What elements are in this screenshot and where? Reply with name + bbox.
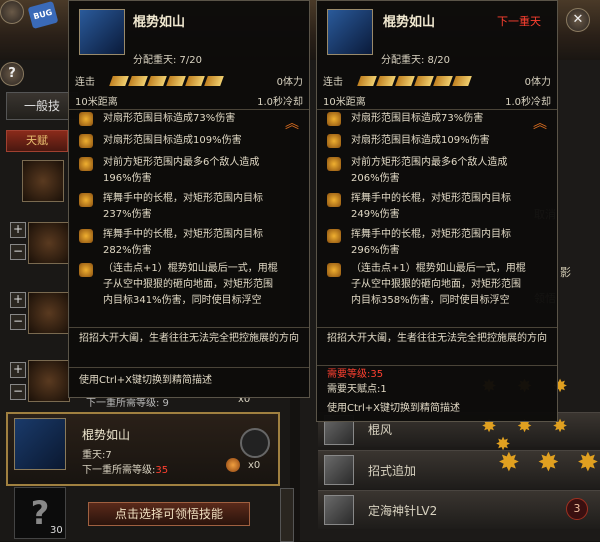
minus-button[interactable]: −: [10, 384, 26, 400]
star-icon: ✸: [537, 448, 560, 478]
combo-effect-icon: [327, 193, 341, 207]
right-row-name: 招式追加: [368, 464, 417, 478]
tooltip-allocated: 分配重天: 7/20: [133, 55, 203, 66]
learn-skill-button[interactable]: 点击选择可领悟技能: [88, 502, 250, 526]
tooltip-next: 棍势如山 下一重天 分配重天: 8/20 连击 0体力 10米距离 1.0秒冷却…: [316, 0, 558, 422]
skill-slot-staff[interactable]: [28, 222, 70, 264]
gear-icon: [226, 458, 240, 472]
combo-point-icon: [185, 75, 205, 86]
effect-line: 对扇形范围目标造成73%伤害: [327, 111, 535, 127]
effect-line: 挥舞手中的长棍，对矩形范围内目标282%伤害: [79, 227, 275, 259]
combo-point-icon: [128, 75, 148, 86]
divider: [69, 367, 309, 368]
combo-point-icon: [376, 75, 396, 86]
selected-skill-name: 棍势如山: [82, 428, 131, 442]
close-icon[interactable]: ✕: [566, 8, 590, 32]
effect-line: 对前方矩形范围内最多6个敌人造成206%伤害: [327, 155, 523, 187]
staff-skill-icon: [79, 9, 125, 55]
tooltip-title: 棍势如山: [383, 15, 436, 30]
combo-effect-icon: [327, 229, 341, 243]
divider: [317, 327, 557, 328]
star-icon: ✸: [498, 448, 520, 478]
combo-row: 连击 0体力: [75, 75, 303, 88]
range-row: 10米距离 1.0秒冷却: [75, 97, 303, 108]
tooltip-hint: 使用Ctrl+X键切换到精简描述: [79, 375, 213, 386]
staff-skill-icon: [14, 418, 66, 470]
combo-effect-icon: [79, 229, 93, 243]
divider: [69, 109, 309, 110]
tooltip-description: 招招大开大阖，生者往往无法完全把控施展的方向: [327, 333, 547, 344]
combo-effect-icon: [79, 134, 93, 148]
combo-effect-icon: [79, 112, 93, 126]
effect-line: 对扇形范围目标造成109%伤害: [79, 133, 287, 149]
close-circle-button[interactable]: [0, 0, 24, 24]
effect-line: 挥舞手中的长棍，对矩形范围内目标296%伤害: [327, 227, 523, 259]
right-row-dinghai[interactable]: [318, 490, 600, 529]
effect-line: 对扇形范围目标造成109%伤害: [327, 133, 535, 149]
minus-button[interactable]: −: [10, 244, 26, 260]
effect-line: 挥舞手中的长棍，对矩形范围内目标237%伤害: [79, 191, 275, 223]
combo-point-icon: [357, 75, 377, 86]
upgrade-arrow-icon: ︽: [285, 116, 299, 132]
combo-point-icon: [166, 75, 186, 86]
staff-skill-icon: [327, 9, 373, 55]
combo-effect-icon: [327, 263, 341, 277]
level-badge: 3: [566, 498, 588, 520]
skill-icon: [324, 455, 354, 485]
star-icon: ✸: [577, 448, 599, 478]
tab-talent[interactable]: 天赋: [6, 130, 68, 152]
tooltip-hint: 使用Ctrl+X键切换到精简描述: [327, 403, 461, 414]
right-row-name: 棍风: [368, 423, 393, 437]
combo-effect-icon: [327, 112, 341, 126]
tooltip-current: 棍势如山 分配重天: 7/20 连击 0体力 10米距离 1.0秒冷却 ︽ 对扇…: [68, 0, 310, 398]
range-row: 10米距离 1.0秒冷却: [323, 97, 551, 108]
divider: [69, 327, 309, 328]
skill-slot-flame[interactable]: [28, 360, 70, 402]
help-button[interactable]: ?: [0, 62, 24, 86]
combo-point-icon: [147, 75, 167, 86]
effect-line: （连击点+1）棍势如山最后一式，用棍子从空中狠狠的砸向地面，对矩形范围内目标35…: [327, 261, 527, 309]
tooltip-allocated: 分配重天: 8/20: [381, 55, 451, 66]
effect-line: 对前方矩形范围内最多6个敌人造成196%伤害: [79, 155, 275, 187]
effect-line: （连击点+1）棍势如山最后一式，用棍子从空中狠狠的砸向地面，对矩形范围内目标34…: [79, 261, 279, 309]
effect-line: 挥舞手中的长棍，对矩形范围内目标249%伤害: [327, 191, 523, 223]
combo-effect-icon: [79, 263, 93, 277]
divider: [317, 109, 557, 110]
upgrade-arrow-icon: ︽: [533, 116, 547, 132]
selected-count: x0: [248, 460, 261, 471]
required-level: 需要等级:35: [327, 369, 384, 380]
skill-slot-fist[interactable]: [22, 160, 64, 202]
combo-point-icon: [452, 75, 472, 86]
skill-icon: [324, 495, 354, 525]
dial-icon[interactable]: [240, 428, 270, 458]
selected-skill-level: 重天:7: [82, 450, 112, 461]
combo-point-icon: [204, 75, 224, 86]
combo-effect-icon: [79, 157, 93, 171]
plus-button[interactable]: +: [10, 362, 26, 378]
next-level-label: 下一重天: [497, 15, 541, 28]
star-row: ✸ ✸ ✸: [498, 448, 599, 478]
selected-next-level: 下一重所需等级:35: [82, 465, 169, 476]
scrollbar[interactable]: [280, 488, 294, 542]
combo-point-icon: [414, 75, 434, 86]
tooltip-description: 招招大开大阖，生者往往无法完全把控施展的方向: [79, 333, 299, 344]
combo-effect-icon: [327, 157, 341, 171]
combo-row: 连击 0体力: [323, 75, 551, 88]
combo-point-icon: [109, 75, 129, 86]
effect-line: 对扇形范围目标造成73%伤害: [79, 111, 287, 127]
plus-button[interactable]: +: [10, 292, 26, 308]
divider: [317, 365, 557, 366]
minus-button[interactable]: −: [10, 314, 26, 330]
combo-effect-icon: [327, 134, 341, 148]
combo-effect-icon: [79, 193, 93, 207]
plus-button[interactable]: +: [10, 222, 26, 238]
combo-point-icon: [433, 75, 453, 86]
combo-point-icon: [395, 75, 415, 86]
shadow-label: 影: [560, 266, 571, 279]
required-points: 需要天赋点:1: [327, 384, 387, 395]
right-row-name: 定海神针LV2: [368, 504, 438, 518]
skill-slot-fire[interactable]: [28, 292, 70, 334]
tooltip-title: 棍势如山: [133, 15, 186, 30]
unknown-count: 30: [50, 525, 63, 536]
